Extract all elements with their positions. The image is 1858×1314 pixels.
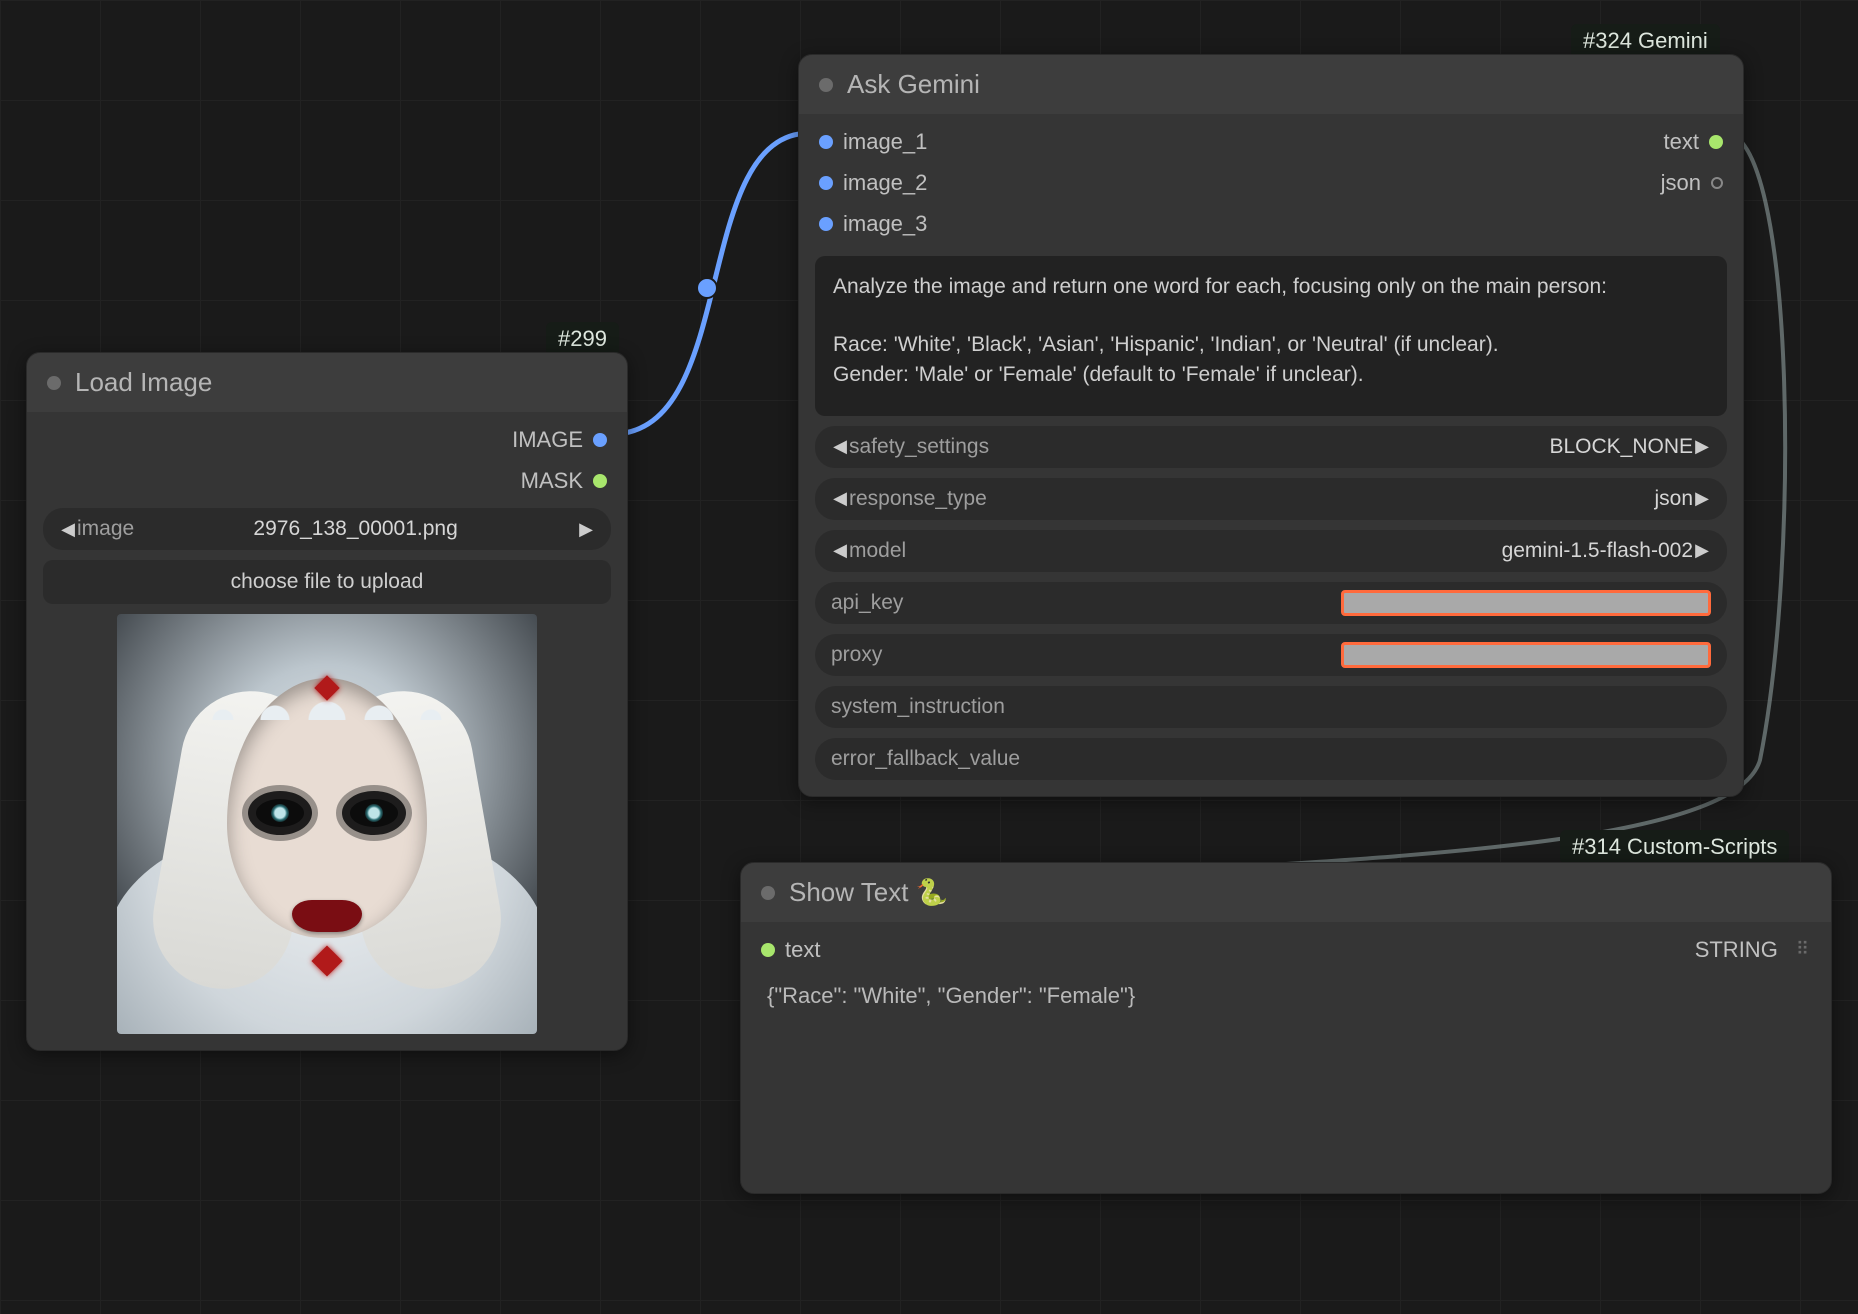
model-widget[interactable]: ◀ model gemini-1.5-flash-002 ▶: [815, 530, 1727, 572]
node-header[interactable]: Show Text 🐍: [741, 863, 1831, 922]
api-key-field[interactable]: api_key: [815, 582, 1727, 624]
port-dot-icon: [593, 433, 607, 447]
chevron-left-icon[interactable]: ◀: [831, 488, 849, 509]
input-port-image-2[interactable]: image_2: [819, 165, 927, 200]
node-badge-load-image: #299: [546, 322, 619, 356]
chevron-left-icon[interactable]: ◀: [59, 519, 77, 540]
node-load-image[interactable]: Load Image IMAGE MASK ◀ image: [26, 352, 628, 1051]
widget-value: BLOCK_NONE: [989, 435, 1693, 459]
widget-label: response_type: [849, 487, 987, 511]
output-port-json[interactable]: json: [1661, 165, 1723, 200]
port-dot-icon: [819, 176, 833, 190]
chevron-right-icon[interactable]: ▶: [1693, 540, 1711, 561]
field-label: system_instruction: [831, 695, 1005, 719]
widget-value: 2976_138_00001.png: [142, 517, 569, 541]
image-filename-widget[interactable]: ◀ image 2976_138_00001.png ▶: [43, 508, 611, 550]
node-header[interactable]: Ask Gemini: [799, 55, 1743, 114]
widget-label: image: [77, 517, 134, 541]
image-preview[interactable]: [117, 614, 537, 1034]
collapse-dot-icon[interactable]: [761, 886, 775, 900]
port-dot-icon: [1709, 135, 1723, 149]
api-key-redacted: [1341, 590, 1711, 616]
input-port-text[interactable]: text: [761, 932, 820, 967]
port-label: text: [1664, 124, 1699, 159]
response-type-widget[interactable]: ◀ response_type json ▶: [815, 478, 1727, 520]
collapse-dot-icon[interactable]: [819, 78, 833, 92]
node-title: Ask Gemini: [847, 69, 980, 100]
proxy-field[interactable]: proxy: [815, 634, 1727, 676]
chevron-right-icon[interactable]: ▶: [1693, 436, 1711, 457]
node-badge-gemini: #324 Gemini: [1571, 24, 1720, 58]
widget-label: safety_settings: [849, 435, 989, 459]
field-label: proxy: [831, 643, 882, 667]
widget-label: model: [849, 539, 906, 563]
port-label: STRING: [1695, 932, 1778, 967]
safety-settings-widget[interactable]: ◀ safety_settings BLOCK_NONE ▶: [815, 426, 1727, 468]
port-label: image_2: [843, 165, 927, 200]
choose-file-button[interactable]: choose file to upload: [43, 560, 611, 604]
field-label: error_fallback_value: [831, 747, 1020, 771]
port-label: IMAGE: [512, 422, 583, 457]
input-port-image-1[interactable]: image_1: [819, 124, 927, 159]
node-header[interactable]: Load Image: [27, 353, 627, 412]
port-dot-icon: [819, 135, 833, 149]
system-instruction-field[interactable]: system_instruction: [815, 686, 1727, 728]
field-label: api_key: [831, 591, 903, 615]
port-label: MASK: [521, 463, 583, 498]
proxy-redacted: [1341, 642, 1711, 668]
prompt-textarea[interactable]: Analyze the image and return one word fo…: [815, 256, 1727, 416]
port-label: json: [1661, 165, 1701, 200]
node-ask-gemini[interactable]: Ask Gemini image_1 image_2 image_3: [798, 54, 1744, 797]
node-title: Load Image: [75, 367, 212, 398]
output-port-text[interactable]: text: [1661, 124, 1723, 159]
output-port-string[interactable]: ⠿ STRING: [1695, 932, 1811, 967]
widget-value: json: [987, 487, 1693, 511]
chevron-right-icon[interactable]: ▶: [577, 519, 595, 540]
chevron-right-icon[interactable]: ▶: [1693, 488, 1711, 509]
collapse-dot-icon[interactable]: [47, 376, 61, 390]
chevron-left-icon[interactable]: ◀: [831, 436, 849, 457]
port-label: text: [785, 932, 820, 967]
output-port-image[interactable]: IMAGE: [512, 422, 607, 457]
port-dot-icon: [761, 943, 775, 957]
node-show-text[interactable]: Show Text 🐍 text ⠿ STRING {"Race": "Whit: [740, 862, 1832, 1194]
input-port-image-3[interactable]: image_3: [819, 206, 927, 241]
node-title: Show Text 🐍: [789, 877, 948, 908]
port-dot-icon: [819, 217, 833, 231]
port-dot-icon: [593, 474, 607, 488]
output-port-mask[interactable]: MASK: [512, 463, 607, 498]
grip-icon[interactable]: ⠿: [1796, 935, 1811, 964]
port-label: image_3: [843, 206, 927, 241]
show-text-output[interactable]: {"Race": "White", "Gender": "Female"}: [757, 967, 1815, 1187]
chevron-left-icon[interactable]: ◀: [831, 540, 849, 561]
port-label: image_1: [843, 124, 927, 159]
error-fallback-field[interactable]: error_fallback_value: [815, 738, 1727, 780]
widget-value: gemini-1.5-flash-002: [906, 539, 1693, 563]
node-badge-custom-scripts: #314 Custom-Scripts: [1560, 830, 1789, 864]
port-dot-icon: [1711, 177, 1723, 189]
